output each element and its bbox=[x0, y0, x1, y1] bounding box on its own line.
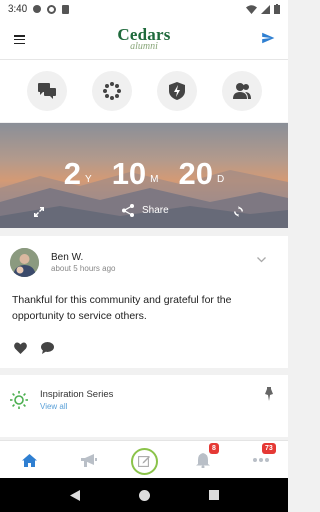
settings-status-icon bbox=[47, 4, 57, 14]
shortcut-security[interactable] bbox=[156, 71, 197, 111]
chevron-down-icon[interactable] bbox=[257, 257, 266, 263]
hero-actions: Share bbox=[0, 203, 288, 223]
sd-card-icon bbox=[62, 4, 70, 14]
bottom-tab-bar: 8 73 bbox=[0, 440, 288, 478]
post-time: about 5 hours ago bbox=[51, 264, 116, 273]
avatar-image bbox=[10, 248, 39, 277]
share-label: Share bbox=[142, 205, 169, 216]
logo-subtitle: alumni bbox=[130, 40, 158, 52]
days-value: 20 bbox=[178, 156, 213, 191]
recents-icon[interactable] bbox=[208, 490, 219, 500]
countdown-days: 20 D bbox=[179, 158, 225, 189]
post-card: Ben W. about 5 hours ago Thankful for th… bbox=[0, 236, 288, 368]
bell-icon bbox=[196, 452, 210, 468]
people-icon bbox=[232, 83, 251, 99]
compose-button bbox=[130, 447, 158, 475]
spinner-icon bbox=[102, 82, 121, 100]
megaphone-icon bbox=[81, 453, 97, 467]
signal-icon bbox=[261, 4, 270, 14]
tab-more[interactable]: 73 bbox=[246, 441, 276, 479]
countdown-hero: 2 Y 10 M 20 D Share bbox=[0, 123, 288, 228]
shortcut-people[interactable] bbox=[221, 71, 262, 111]
chat-bubbles-icon bbox=[37, 83, 56, 99]
wifi-icon bbox=[246, 4, 257, 14]
system-nav-bar bbox=[0, 478, 288, 512]
app-bar: Cedars alumni bbox=[0, 18, 288, 60]
pin-icon[interactable] bbox=[264, 387, 274, 401]
tab-notifications[interactable]: 8 bbox=[188, 441, 219, 479]
shortcut-loading[interactable] bbox=[91, 71, 132, 111]
share-button[interactable]: Share bbox=[122, 204, 169, 217]
sun-icon bbox=[10, 391, 28, 409]
notification-dot-icon bbox=[33, 5, 42, 13]
heart-icon[interactable] bbox=[14, 342, 27, 354]
battery-icon bbox=[274, 4, 280, 14]
tab-home[interactable] bbox=[14, 441, 44, 479]
cedars-alumni-logo: Cedars alumni bbox=[117, 26, 170, 52]
inspiration-title: Inspiration Series bbox=[40, 389, 114, 400]
expand-icon[interactable] bbox=[34, 207, 44, 217]
months-value: 10 bbox=[111, 156, 147, 191]
more-badge: 73 bbox=[262, 443, 276, 454]
notifications-badge: 8 bbox=[209, 443, 219, 454]
years-value: 2 bbox=[63, 156, 82, 191]
shortcut-messages[interactable] bbox=[26, 71, 67, 111]
view-all-link[interactable]: View all bbox=[40, 402, 67, 411]
logo-title: Cedars bbox=[117, 24, 171, 44]
share-icon bbox=[122, 204, 134, 217]
months-label: M bbox=[150, 174, 159, 185]
avatar[interactable] bbox=[10, 248, 39, 277]
countdown-years: 2 Y bbox=[64, 158, 92, 189]
shield-bolt-icon bbox=[168, 82, 185, 100]
home-circle-icon[interactable] bbox=[138, 489, 150, 501]
post-body: Thankful for this community and grateful… bbox=[12, 294, 232, 322]
hamburger-menu-icon[interactable] bbox=[14, 35, 25, 45]
tab-compose[interactable] bbox=[128, 441, 160, 479]
send-icon[interactable] bbox=[261, 31, 275, 45]
tab-announcements[interactable] bbox=[74, 441, 104, 479]
sync-icon[interactable] bbox=[233, 206, 244, 217]
compose-icon bbox=[138, 456, 150, 467]
back-icon[interactable] bbox=[69, 489, 80, 501]
countdown: 2 Y 10 M 20 D bbox=[0, 158, 288, 189]
post-actions bbox=[14, 342, 54, 354]
home-icon bbox=[21, 453, 37, 467]
inspiration-series-card[interactable]: Inspiration Series View all bbox=[0, 375, 288, 437]
years-label: Y bbox=[85, 174, 92, 185]
countdown-months: 10 M bbox=[112, 158, 159, 189]
shortcut-bar bbox=[0, 60, 288, 122]
status-time: 3:40 bbox=[8, 3, 28, 15]
comment-icon[interactable] bbox=[41, 342, 54, 354]
post-author[interactable]: Ben W. bbox=[51, 252, 83, 263]
days-label: D bbox=[217, 174, 225, 185]
more-dots-icon bbox=[253, 458, 269, 462]
status-bar: 3:40 bbox=[0, 0, 288, 18]
